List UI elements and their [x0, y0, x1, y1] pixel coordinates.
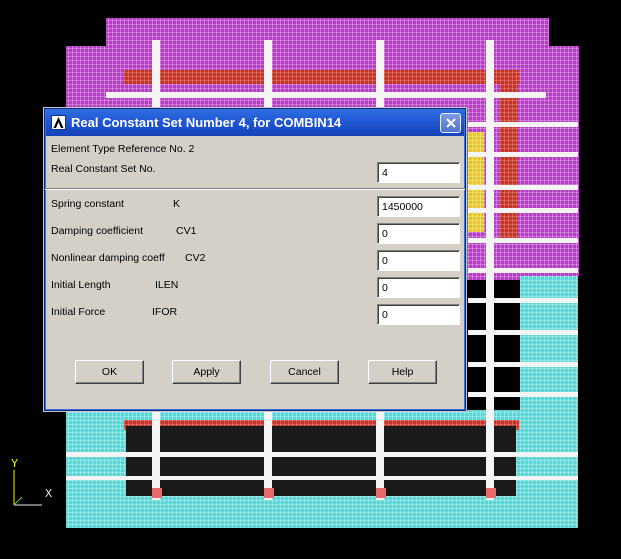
close-icon — [445, 118, 456, 128]
element-type-reference: Element Type Reference No. 2 — [51, 143, 195, 155]
triad-x-label: X — [45, 487, 53, 501]
initial-force-label: Initial Force — [51, 306, 106, 318]
dialog-titlebar[interactable]: Real Constant Set Number 4, for COMBIN14 — [46, 110, 464, 136]
real-constant-set-field[interactable]: 4 — [377, 162, 460, 183]
nonlinear-damping-label: Nonlinear damping coeff — [51, 252, 165, 264]
initial-length-label: Initial Length — [51, 279, 111, 291]
initial-length-symbol: ILEN — [155, 279, 179, 291]
initial-force-field[interactable]: 0 — [377, 304, 460, 325]
spring-constant-label: Spring constant — [51, 198, 124, 210]
initial-length-field[interactable]: 0 — [377, 277, 460, 298]
spring-constant-field[interactable]: 1450000 — [377, 196, 460, 217]
dialog-separator — [45, 188, 465, 190]
spring-constant-symbol: K — [173, 198, 181, 210]
real-constant-dialog: Real Constant Set Number 4, for COMBIN14… — [43, 107, 467, 412]
ansys-logo-icon — [51, 115, 66, 130]
damping-coefficient-symbol: CV1 — [176, 225, 197, 237]
mesh-region-yellow — [468, 132, 484, 232]
apply-button[interactable]: Apply — [172, 360, 241, 384]
axis-triad — [13, 470, 42, 506]
cancel-button[interactable]: Cancel — [270, 360, 339, 384]
close-button[interactable] — [440, 113, 461, 133]
dialog-title: Real Constant Set Number 4, for COMBIN14 — [71, 115, 342, 130]
nonlinear-damping-field[interactable]: 0 — [377, 250, 460, 271]
real-constant-set-label: Real Constant Set No. — [51, 163, 156, 175]
help-button[interactable]: Help — [368, 360, 437, 384]
triad-y-label: Y — [11, 457, 19, 471]
ok-button[interactable]: OK — [75, 360, 144, 384]
mesh-inner-void — [126, 426, 516, 496]
initial-force-symbol: IFOR — [152, 306, 178, 318]
nonlinear-damping-symbol: CV2 — [185, 252, 206, 264]
damping-coefficient-field[interactable]: 0 — [377, 223, 460, 244]
damping-coefficient-label: Damping coefficient — [51, 225, 144, 237]
